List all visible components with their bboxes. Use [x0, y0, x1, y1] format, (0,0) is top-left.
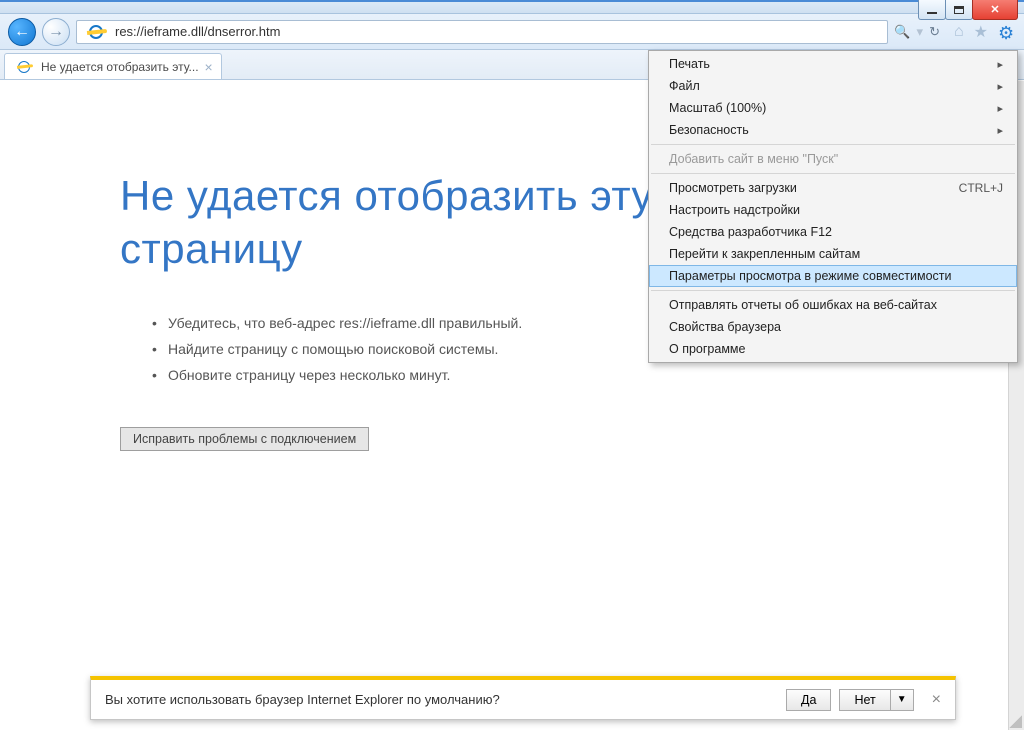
- home-icon[interactable]: ⌂: [954, 23, 964, 41]
- menu-label: Безопасность: [669, 123, 749, 137]
- prompt-no-dropdown[interactable]: ▼: [891, 689, 914, 711]
- menu-label: Добавить сайт в меню "Пуск": [669, 152, 838, 166]
- refresh-icon[interactable]: ↻: [929, 24, 940, 40]
- menu-internet-options[interactable]: Свойства браузера: [649, 316, 1017, 338]
- menu-label: О программе: [669, 342, 745, 356]
- menu-add-to-start: Добавить сайт в меню "Пуск": [649, 148, 1017, 170]
- menu-shortcut: CTRL+J: [959, 181, 1003, 195]
- menu-label: Настроить надстройки: [669, 203, 800, 217]
- address-actions: 🔍 ▾ ↻: [894, 24, 940, 40]
- menu-file[interactable]: Файл ▸: [649, 75, 1017, 97]
- menu-zoom[interactable]: Масштаб (100%) ▸: [649, 97, 1017, 119]
- submenu-arrow-icon: ▸: [997, 102, 1003, 115]
- menu-label: Печать: [669, 57, 710, 71]
- navigation-bar: ← → res://ieframe.dll/dnserror.htm 🔍 ▾ ↻…: [0, 14, 1024, 50]
- prompt-no-group: Нет ▼: [839, 689, 913, 711]
- minimize-button[interactable]: [918, 0, 946, 20]
- menu-label: Масштаб (100%): [669, 101, 766, 115]
- prompt-close-icon[interactable]: ×: [932, 691, 941, 709]
- close-window-button[interactable]: ✕: [972, 0, 1018, 20]
- menu-devtools[interactable]: Средства разработчика F12: [649, 221, 1017, 243]
- menu-separator: [651, 144, 1015, 145]
- separator: ▾: [917, 24, 924, 40]
- error-suggestion: Обновите страницу через несколько минут.: [152, 367, 740, 383]
- title-bar: ✕: [0, 2, 1024, 14]
- error-heading: Не удается отобразить эту страницу: [120, 170, 740, 275]
- menu-label: Перейти к закрепленным сайтам: [669, 247, 860, 261]
- tools-menu: Печать ▸ Файл ▸ Масштаб (100%) ▸ Безопас…: [648, 50, 1018, 363]
- tab-title: Не удается отобразить эту...: [41, 60, 199, 74]
- menu-security[interactable]: Безопасность ▸: [649, 119, 1017, 141]
- browser-tab[interactable]: Не удается отобразить эту... ×: [4, 53, 222, 79]
- menu-label: Отправлять отчеты об ошибках на веб-сайт…: [669, 298, 937, 312]
- back-button[interactable]: ←: [8, 18, 36, 46]
- tools-gear-icon[interactable]: ⚙: [998, 23, 1016, 41]
- fix-connection-button[interactable]: Исправить проблемы с подключением: [120, 427, 369, 451]
- favorites-icon[interactable]: ★: [974, 22, 988, 42]
- menu-report-errors[interactable]: Отправлять отчеты об ошибках на веб-сайт…: [649, 294, 1017, 316]
- submenu-arrow-icon: ▸: [997, 124, 1003, 137]
- menu-downloads[interactable]: Просмотреть загрузки CTRL+J: [649, 177, 1017, 199]
- maximize-button[interactable]: [945, 0, 973, 20]
- prompt-text: Вы хотите использовать браузер Internet …: [105, 692, 786, 707]
- prompt-no-button[interactable]: Нет: [839, 689, 890, 711]
- browser-window: ✕ ← → res://ieframe.dll/dnserror.htm 🔍 ▾…: [0, 0, 1024, 730]
- menu-pinned-sites[interactable]: Перейти к закрепленным сайтам: [649, 243, 1017, 265]
- tab-favicon-icon: [17, 60, 31, 74]
- menu-label: Средства разработчика F12: [669, 225, 832, 239]
- menu-about[interactable]: О программе: [649, 338, 1017, 360]
- submenu-arrow-icon: ▸: [997, 80, 1003, 93]
- menu-compatibility-view[interactable]: Параметры просмотра в режиме совместимос…: [649, 265, 1017, 287]
- search-icon[interactable]: 🔍: [894, 24, 910, 40]
- dns-error-page: Не удается отобразить эту страницу Убеди…: [0, 80, 740, 451]
- address-url: res://ieframe.dll/dnserror.htm: [115, 24, 280, 39]
- menu-separator: [651, 290, 1015, 291]
- prompt-buttons: Да Нет ▼ ×: [786, 689, 941, 711]
- menu-manage-addons[interactable]: Настроить надстройки: [649, 199, 1017, 221]
- prompt-yes-button[interactable]: Да: [786, 689, 831, 711]
- tab-close-icon[interactable]: ×: [205, 59, 213, 75]
- menu-label: Свойства браузера: [669, 320, 781, 334]
- menu-label: Файл: [669, 79, 700, 93]
- default-browser-prompt: Вы хотите использовать браузер Internet …: [90, 676, 956, 720]
- menu-print[interactable]: Печать ▸: [649, 53, 1017, 75]
- submenu-arrow-icon: ▸: [997, 58, 1003, 71]
- menu-label: Параметры просмотра в режиме совместимос…: [669, 269, 952, 283]
- address-bar[interactable]: res://ieframe.dll/dnserror.htm: [76, 20, 888, 44]
- menu-label: Просмотреть загрузки: [669, 181, 797, 195]
- ie-favicon-icon: [87, 23, 105, 41]
- menu-separator: [651, 173, 1015, 174]
- forward-button[interactable]: →: [42, 18, 70, 46]
- window-controls: ✕: [919, 0, 1018, 20]
- resize-grip[interactable]: [1006, 712, 1022, 728]
- toolbar-right: ⌂ ★ ⚙: [946, 22, 1016, 42]
